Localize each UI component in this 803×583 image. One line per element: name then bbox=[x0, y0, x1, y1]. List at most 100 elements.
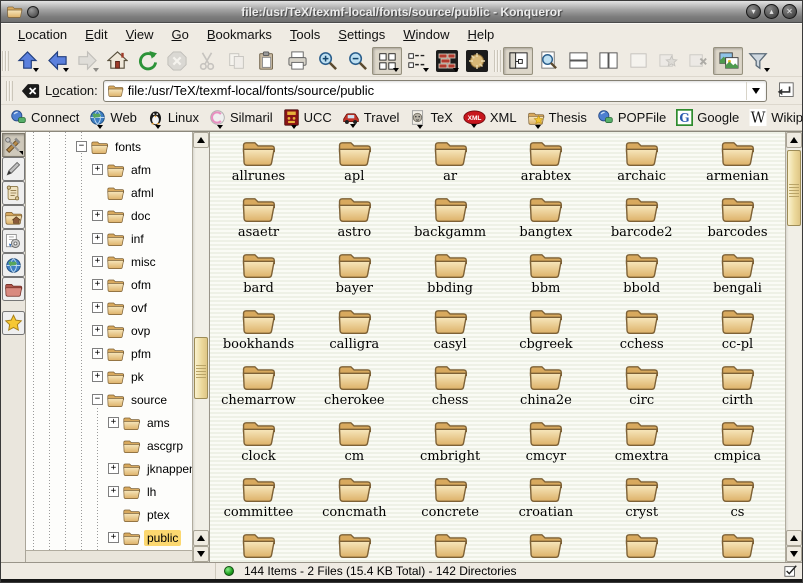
window-app-folder-icon[interactable] bbox=[6, 4, 23, 19]
copy-button[interactable] bbox=[222, 47, 252, 75]
bookmark-connect[interactable]: Connect bbox=[5, 107, 84, 128]
menu-help[interactable]: Help bbox=[459, 25, 504, 44]
preview-button[interactable] bbox=[713, 47, 743, 75]
view-vertical-scrollbar[interactable] bbox=[785, 132, 802, 562]
up-button[interactable] bbox=[12, 47, 42, 75]
bookmark-google[interactable]: GGoogle bbox=[671, 107, 744, 128]
folder-item-cbgreek[interactable]: cbgreek bbox=[499, 305, 592, 361]
folder-item[interactable] bbox=[308, 529, 401, 562]
tree-expander-plus[interactable]: + bbox=[92, 164, 103, 175]
folder-item-armenian[interactable]: armenian bbox=[691, 137, 784, 193]
tree-expander-minus[interactable]: − bbox=[92, 394, 103, 405]
toolbar-grip[interactable] bbox=[6, 81, 13, 101]
folder-item[interactable] bbox=[691, 529, 784, 562]
toolbar-grip[interactable] bbox=[2, 51, 9, 71]
folder-item-cmbright[interactable]: cmbright bbox=[404, 417, 497, 473]
filter-button[interactable] bbox=[743, 47, 773, 75]
scroll-up-button[interactable] bbox=[786, 530, 802, 546]
tree-item-afm[interactable]: + afm bbox=[26, 158, 192, 181]
bookmark-silmaril[interactable]: Silmaril bbox=[204, 107, 278, 128]
paste-button[interactable] bbox=[252, 47, 282, 75]
location-input[interactable] bbox=[128, 83, 742, 98]
folder-item-cherokee[interactable]: cherokee bbox=[308, 361, 401, 417]
cut-button[interactable] bbox=[192, 47, 222, 75]
menu-tools[interactable]: Tools bbox=[281, 25, 329, 44]
detach-view-button[interactable] bbox=[653, 47, 683, 75]
folder-item-allrunes[interactable]: allrunes bbox=[212, 137, 305, 193]
tree-expander-plus[interactable]: + bbox=[92, 233, 103, 244]
folder-item-committee[interactable]: committee bbox=[212, 473, 305, 529]
folder-item-arabtex[interactable]: arabtex bbox=[499, 137, 592, 193]
folder-item-cmpica[interactable]: cmpica bbox=[691, 417, 784, 473]
tree-expander-plus[interactable]: + bbox=[108, 486, 119, 497]
menu-settings[interactable]: Settings bbox=[329, 25, 394, 44]
scroll-up-button[interactable] bbox=[786, 132, 802, 148]
folder-item-bbding[interactable]: bbding bbox=[404, 249, 497, 305]
folder-item-ar[interactable]: ar bbox=[404, 137, 497, 193]
tree-expander-plus[interactable]: + bbox=[92, 325, 103, 336]
folder-item-bard[interactable]: bard bbox=[212, 249, 305, 305]
titlebar[interactable]: file:/usr/TeX/texmf-local/fonts/source/p… bbox=[1, 1, 802, 23]
tree-item-public[interactable]: + public bbox=[26, 526, 192, 549]
home-button[interactable] bbox=[102, 47, 132, 75]
tree-item-ovp[interactable]: + ovp bbox=[26, 319, 192, 342]
tree-item-jknappen[interactable]: + jknappen bbox=[26, 457, 192, 480]
folder-item[interactable] bbox=[595, 529, 688, 562]
folder-item-bookhands[interactable]: bookhands bbox=[212, 305, 305, 361]
sidebar-bookmark-edit-button[interactable] bbox=[2, 157, 25, 181]
back-button[interactable] bbox=[42, 47, 72, 75]
remove-view-button[interactable] bbox=[623, 47, 653, 75]
folder-item-backgamm[interactable]: backgamm bbox=[404, 193, 497, 249]
sidebar-services-button[interactable] bbox=[2, 229, 25, 253]
scroll-up-button[interactable] bbox=[193, 530, 209, 546]
folder-item-cmextra[interactable]: cmextra bbox=[595, 417, 688, 473]
sidebar-home-dir-button[interactable] bbox=[2, 205, 25, 229]
sidebar-bookmarks-button[interactable] bbox=[2, 311, 25, 335]
sticky-pin-button[interactable] bbox=[27, 6, 39, 18]
bookmark-popfile[interactable]: POPFile bbox=[592, 107, 671, 128]
zoom-out-button[interactable] bbox=[342, 47, 372, 75]
folder-item-barcodes[interactable]: barcodes bbox=[691, 193, 784, 249]
folder-item-cirth[interactable]: cirth bbox=[691, 361, 784, 417]
clear-location-button[interactable] bbox=[21, 83, 40, 99]
bookmark-tex[interactable]: TeX bbox=[404, 107, 457, 128]
split-top-bottom-button[interactable] bbox=[563, 47, 593, 75]
tree-item-ams[interactable]: + ams bbox=[26, 411, 192, 434]
menu-bookmarks[interactable]: Bookmarks bbox=[198, 25, 281, 44]
folder-item-concrete[interactable]: concrete bbox=[404, 473, 497, 529]
folder-item-china2e[interactable]: china2e bbox=[499, 361, 592, 417]
list-view-button[interactable] bbox=[402, 47, 432, 75]
tree-item-source[interactable]: − source bbox=[26, 388, 192, 411]
menu-view[interactable]: View bbox=[117, 25, 163, 44]
folder-item-astro[interactable]: astro bbox=[308, 193, 401, 249]
tree-expander-plus[interactable]: + bbox=[92, 348, 103, 359]
tree-item-ofm[interactable]: + ofm bbox=[26, 273, 192, 296]
scrollbar-thumb[interactable] bbox=[787, 150, 801, 226]
folder-item-cs[interactable]: cs bbox=[691, 473, 784, 529]
sidebar-history-button[interactable] bbox=[2, 181, 25, 205]
minimize-button[interactable]: ▾ bbox=[746, 4, 761, 19]
scroll-down-button[interactable] bbox=[193, 546, 209, 562]
bookmark-wikipedia[interactable]: WWikipedia bbox=[744, 107, 803, 128]
folder-item-calligra[interactable]: calligra bbox=[308, 305, 401, 361]
folder-item-apl[interactable]: apl bbox=[308, 137, 401, 193]
reload-button[interactable] bbox=[132, 47, 162, 75]
folder-item-cmcyr[interactable]: cmcyr bbox=[499, 417, 592, 473]
tree-item-lh[interactable]: + lh bbox=[26, 480, 192, 503]
folder-item[interactable] bbox=[404, 529, 497, 562]
tree-expander-plus[interactable]: + bbox=[108, 532, 119, 543]
find-file-button[interactable] bbox=[533, 47, 563, 75]
zoom-in-button[interactable] bbox=[312, 47, 342, 75]
bookmark-xml[interactable]: XMLXML bbox=[458, 108, 522, 127]
menu-window[interactable]: Window bbox=[394, 25, 458, 44]
tree-item-ovf[interactable]: + ovf bbox=[26, 296, 192, 319]
menu-location[interactable]: Location bbox=[9, 25, 76, 44]
bookmark-thesis[interactable]: Thesis bbox=[522, 108, 592, 128]
sidebar-network-button[interactable] bbox=[2, 253, 25, 277]
tree-item-inf[interactable]: + inf bbox=[26, 227, 192, 250]
tree-vertical-scrollbar[interactable] bbox=[192, 132, 209, 562]
tree-item-afml[interactable]: afml bbox=[26, 181, 192, 204]
folder-item-bayer[interactable]: bayer bbox=[308, 249, 401, 305]
close-view-button[interactable] bbox=[683, 47, 713, 75]
sidebar-tools-button[interactable] bbox=[2, 133, 25, 157]
